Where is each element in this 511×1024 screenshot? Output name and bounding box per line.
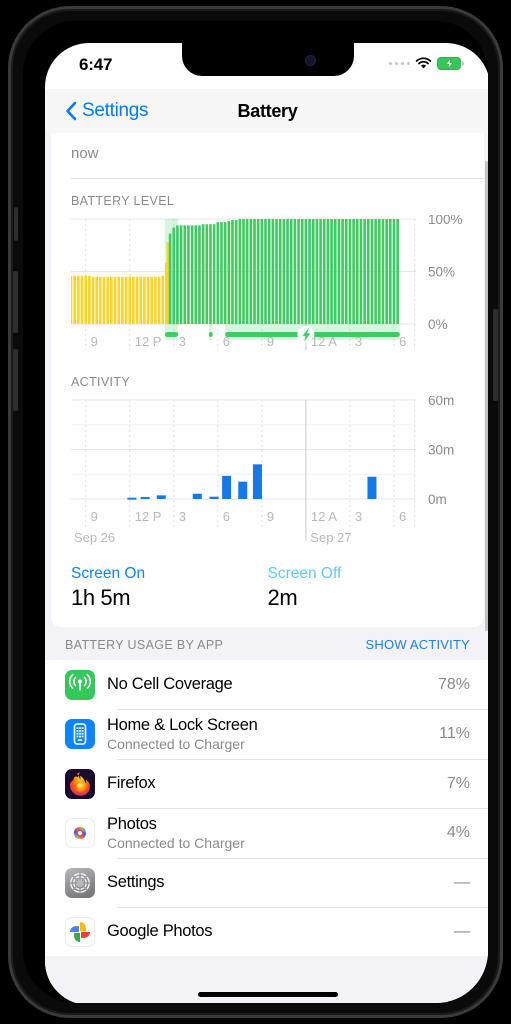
app-status-subtitle: Connected to Charger xyxy=(107,835,245,851)
screen-off-stat[interactable]: Screen Off 2m xyxy=(268,565,465,611)
app-battery-percent: 4% xyxy=(446,824,470,841)
svg-text:6: 6 xyxy=(223,334,230,349)
battery-usage-title: BATTERY USAGE BY APP xyxy=(65,637,224,652)
app-battery-percent: — xyxy=(454,922,470,940)
svg-text:12 A: 12 A xyxy=(311,509,337,524)
svg-text:3: 3 xyxy=(179,509,186,524)
last-charge-row[interactable]: now xyxy=(51,133,484,170)
svg-text:9: 9 xyxy=(91,509,98,524)
app-battery-percent: 7% xyxy=(446,774,470,792)
app-name: Photos xyxy=(107,815,157,833)
svg-text:3: 3 xyxy=(355,334,362,349)
battery-level-chart[interactable]: 100% 50% 0% 9 12 P 3 6 9 12 A 3 6 xyxy=(51,215,484,360)
activity-chart[interactable]: 60m 30m 0m 9 12 P 3 6 9 12 A 3 6 Sep 26 Sep 27 xyxy=(51,396,484,551)
app-text-block: Firefox xyxy=(107,767,447,800)
page-title: Battery xyxy=(237,100,298,121)
app-text-block: Google Photos xyxy=(107,915,454,948)
svg-text:0%: 0% xyxy=(428,317,448,332)
svg-text:0m: 0m xyxy=(428,492,447,507)
svg-text:3: 3 xyxy=(355,509,362,524)
wifi-icon xyxy=(415,57,432,69)
battery-level-label: BATTERY LEVEL xyxy=(71,194,175,208)
screen-off-value: 2m xyxy=(267,585,298,610)
screen-off-label: Screen Off xyxy=(267,565,342,582)
svg-text:Sep 26: Sep 26 xyxy=(74,530,115,545)
phone-frame: 6:47 Settings Battery now BATTERY LEVEL … xyxy=(8,6,503,1018)
power-button[interactable] xyxy=(493,309,498,401)
battery-usage-header: BATTERY USAGE BY APP SHOW ACTIVITY xyxy=(45,627,488,660)
notch xyxy=(181,43,354,76)
svg-text:12 P: 12 P xyxy=(135,334,162,349)
screen-on-value: 1h 5m xyxy=(71,585,131,610)
app-text-block: Photos Connected to Charger xyxy=(107,808,447,858)
app-usage-row[interactable]: Home & Lock Screen Connected to Charger 11… xyxy=(45,709,488,759)
navigation-bar: Settings Battery xyxy=(45,89,488,133)
phone-screen: 6:47 Settings Battery now BATTERY LEVEL … xyxy=(45,43,488,1003)
app-text-block: Settings xyxy=(107,866,454,899)
signal-dots-icon xyxy=(388,61,410,66)
app-name: Google Photos xyxy=(107,922,213,940)
svg-text:3: 3 xyxy=(179,334,186,349)
silent-switch[interactable] xyxy=(14,207,18,241)
app-battery-percent: 78% xyxy=(437,675,470,693)
app-usage-row[interactable]: No Cell Coverage 78% xyxy=(45,660,488,709)
svg-text:30m: 30m xyxy=(428,443,454,458)
scrollbar[interactable] xyxy=(484,161,488,631)
app-name: Home & Lock Screen xyxy=(107,716,258,734)
svg-text:9: 9 xyxy=(267,509,274,524)
screen-on-label: Screen On xyxy=(71,565,146,582)
cell-antenna-icon xyxy=(65,669,95,700)
svg-text:6: 6 xyxy=(223,509,230,524)
app-name: Settings xyxy=(107,873,165,891)
app-name: Firefox xyxy=(107,774,156,792)
status-time: 6:47 xyxy=(79,55,113,74)
app-usage-row[interactable]: Photos Connected to Charger 4% xyxy=(45,808,488,858)
show-activity-button[interactable]: SHOW ACTIVITY xyxy=(366,637,470,652)
svg-text:50%: 50% xyxy=(428,265,455,280)
svg-text:9: 9 xyxy=(267,334,274,349)
volume-up-button[interactable] xyxy=(13,271,18,333)
app-name: No Cell Coverage xyxy=(107,675,233,693)
app-usage-list: No Cell Coverage 78% Home & Lock Screen … xyxy=(45,660,488,956)
last-charge-title xyxy=(71,133,464,142)
app-text-block: Home & Lock Screen Connected to Charger xyxy=(107,709,439,759)
screen-time-stats: Screen On 1h 5m Screen Off 2m xyxy=(51,551,484,627)
battery-chart-card: now BATTERY LEVEL 100% 50% 0% 9 12 P 3 6 9 12 A 3… xyxy=(51,133,484,627)
svg-text:12 P: 12 P xyxy=(135,509,162,524)
firefox-icon xyxy=(65,768,95,799)
svg-text:60m: 60m xyxy=(428,396,454,408)
phone-bezel: 6:47 Settings Battery now BATTERY LEVEL … xyxy=(23,21,488,1003)
photos-icon xyxy=(65,818,95,848)
google-photos-icon xyxy=(65,916,95,947)
svg-text:6: 6 xyxy=(399,334,406,349)
svg-text:12 A: 12 A xyxy=(311,334,337,349)
svg-text:6: 6 xyxy=(399,509,406,524)
volume-down-button[interactable] xyxy=(13,349,18,411)
svg-text:Sep 27: Sep 27 xyxy=(310,530,351,545)
status-indicators xyxy=(388,57,464,70)
svg-text:9: 9 xyxy=(91,334,98,349)
app-status-subtitle: Connected to Charger xyxy=(107,736,245,752)
settings-gear-icon xyxy=(65,867,95,898)
home-screen-icon xyxy=(65,719,95,749)
screen-on-stat[interactable]: Screen On 1h 5m xyxy=(71,565,268,611)
app-battery-percent: 11% xyxy=(439,725,470,742)
home-indicator[interactable] xyxy=(197,992,338,997)
app-usage-row[interactable]: Google Photos — xyxy=(45,907,488,956)
app-battery-percent: — xyxy=(454,873,470,891)
activity-label: ACTIVITY xyxy=(71,375,131,389)
app-usage-row[interactable]: Firefox 7% xyxy=(45,759,488,808)
scroll-content[interactable]: now BATTERY LEVEL 100% 50% 0% 9 12 P 3 6 9 12 A 3… xyxy=(45,133,488,1003)
app-usage-row[interactable]: Settings — xyxy=(45,858,488,907)
app-text-block: No Cell Coverage xyxy=(107,668,438,701)
battery-charging-icon xyxy=(437,57,464,70)
last-charge-subtitle: now xyxy=(71,145,99,162)
front-camera-icon xyxy=(304,55,316,66)
svg-text:100%: 100% xyxy=(428,215,463,227)
